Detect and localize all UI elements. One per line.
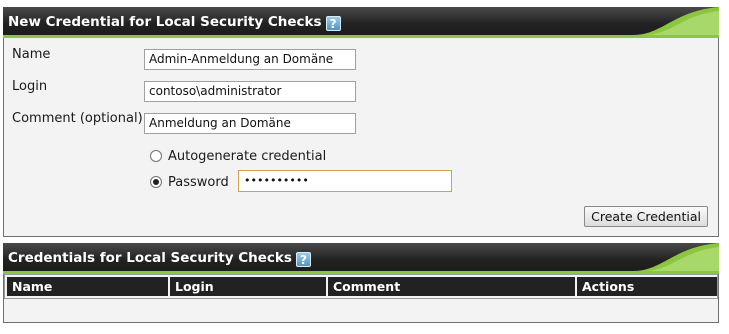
- new-credential-title: New Credential for Local Security Checks: [8, 14, 322, 30]
- credentials-list-header: Credentials for Local Security Checks?: [3, 243, 719, 274]
- credentials-table-body: [4, 299, 718, 320]
- create-credential-button[interactable]: Create Credential: [584, 206, 708, 227]
- help-icon[interactable]: ?: [325, 16, 341, 31]
- column-header-actions[interactable]: Actions: [577, 277, 717, 296]
- header-swoosh-decoration: [633, 243, 719, 271]
- autogenerate-label: Autogenerate credential: [168, 149, 327, 164]
- panel-title: Credentials for Local Security Checks?: [8, 250, 311, 267]
- credentials-list-panel: Credentials for Local Security Checks? N…: [3, 243, 719, 323]
- column-header-name[interactable]: Name: [7, 277, 168, 296]
- password-radio[interactable]: [150, 176, 162, 188]
- autogenerate-option[interactable]: Autogenerate credential: [150, 149, 326, 164]
- new-credential-header: New Credential for Local Security Checks…: [3, 7, 719, 38]
- column-header-login[interactable]: Login: [170, 277, 326, 296]
- password-input[interactable]: ••••••••••: [238, 170, 452, 192]
- column-header-comment[interactable]: Comment: [328, 277, 575, 296]
- new-credential-panel: New Credential for Local Security Checks…: [3, 7, 719, 237]
- comment-input[interactable]: Anmeldung an Domäne: [144, 113, 356, 134]
- name-input[interactable]: Admin-Anmeldung an Domäne: [144, 49, 356, 70]
- panel-title: New Credential for Local Security Checks…: [8, 14, 341, 31]
- help-icon[interactable]: ?: [295, 252, 311, 267]
- credential-form: Name Admin-Anmeldung an Domäne Login con…: [4, 38, 718, 241]
- credentials-table-header: Name Login Comment Actions: [4, 274, 718, 299]
- name-label: Name: [12, 47, 51, 62]
- comment-label: Comment (optional): [12, 111, 143, 126]
- credentials-list-title: Credentials for Local Security Checks: [8, 250, 292, 266]
- header-swoosh-decoration: [633, 7, 719, 35]
- login-label: Login: [12, 79, 48, 94]
- password-label: Password: [168, 175, 229, 190]
- login-input[interactable]: contoso\administrator: [144, 81, 356, 102]
- password-option[interactable]: Password: [150, 175, 229, 190]
- autogenerate-radio[interactable]: [150, 150, 162, 162]
